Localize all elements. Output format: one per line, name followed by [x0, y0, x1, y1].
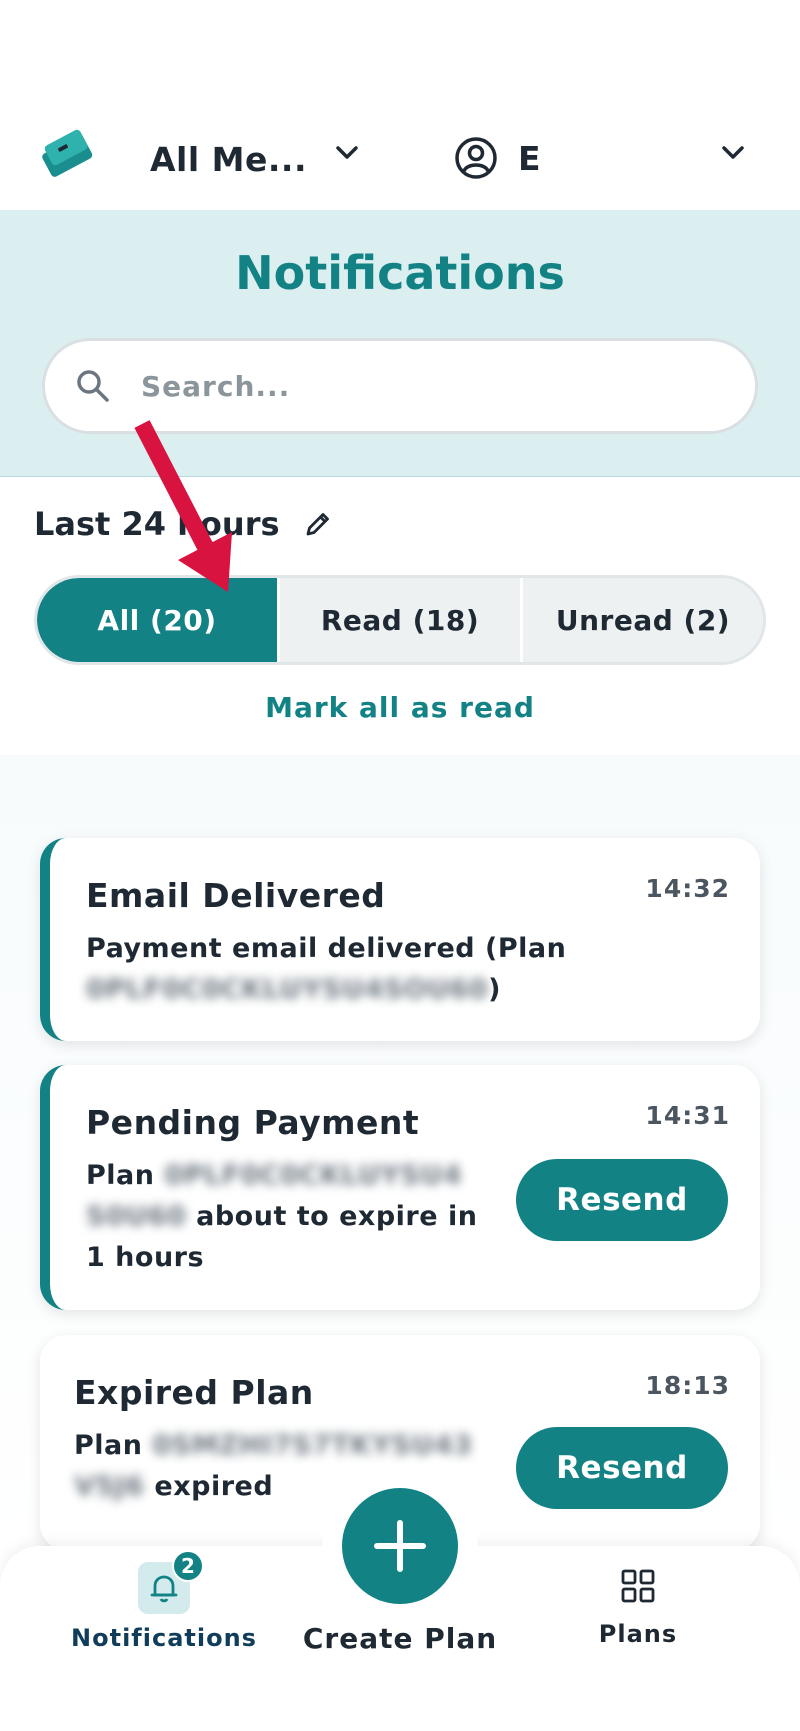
create-plan-button[interactable] — [342, 1488, 458, 1604]
resend-button[interactable]: Resend — [516, 1159, 728, 1241]
create-plan-label: Create Plan — [302, 1622, 498, 1655]
nav-plans[interactable]: Plans — [580, 1568, 696, 1648]
notification-card[interactable]: Pending Payment 14:31 Plan 0PLF0C0CKLUYS… — [40, 1065, 760, 1310]
filter-section: Last 24 hours All (20) Read (18) Unread … — [0, 477, 800, 755]
notification-time: 14:31 — [645, 1101, 730, 1130]
notification-title: Expired Plan — [74, 1373, 314, 1412]
notification-title: Email Delivered — [86, 876, 386, 915]
resend-button[interactable]: Resend — [516, 1427, 728, 1509]
nav-notifications[interactable]: 2 Notifications — [64, 1550, 264, 1652]
time-range-row: Last 24 hours — [34, 505, 334, 543]
nav-notifications-label: Notifications — [71, 1624, 257, 1652]
ticket-logo-icon[interactable] — [38, 124, 100, 186]
tab-all[interactable]: All (20) — [37, 578, 280, 662]
notification-text-start: Plan — [86, 1160, 165, 1191]
notification-text-start: Payment email delivered (Plan — [86, 933, 567, 964]
redacted-plan-id: 0PLF0C0CKLUYSU4SOU60 — [86, 974, 489, 1005]
notification-text: Plan 0PLF0C0CKLUYSU4 S0U60 about to expi… — [86, 1155, 486, 1278]
grid-icon — [621, 1569, 655, 1603]
mark-all-read-link[interactable]: Mark all as read — [0, 691, 800, 724]
tab-read[interactable]: Read (18) — [280, 578, 523, 662]
notification-time: 14:32 — [645, 874, 730, 903]
status-bar-area — [0, 0, 800, 112]
user-label: E — [518, 138, 541, 178]
notification-text-end: ) — [488, 974, 501, 1005]
search-icon — [77, 370, 109, 402]
tab-unread[interactable]: Unread (2) — [523, 578, 763, 662]
user-circle-icon — [455, 137, 497, 179]
notification-text: Payment email delivered (Plan 0PLF0C0CKL… — [86, 928, 706, 1010]
search-box[interactable] — [42, 338, 758, 434]
page-title: Notifications — [235, 246, 565, 300]
notification-count-badge: 2 — [172, 1550, 204, 1582]
notification-card[interactable]: Email Delivered 14:32 Payment email deli… — [40, 838, 760, 1041]
notification-time: 18:13 — [645, 1371, 730, 1400]
read-filter-tabs: All (20) Read (18) Unread (2) — [34, 575, 766, 665]
app-header: All Me... E — [0, 112, 800, 210]
time-range-label: Last 24 hours — [34, 505, 280, 543]
notifications-banner: Notifications — [0, 210, 800, 477]
chevron-down-icon[interactable] — [718, 138, 748, 168]
notification-text-start: Plan — [74, 1430, 153, 1461]
plus-icon — [374, 1520, 426, 1572]
user-selector[interactable]: E — [454, 130, 541, 186]
notification-text-end: expired — [144, 1471, 274, 1502]
merchant-label: All Me... — [150, 139, 307, 179]
bell-icon: 2 — [138, 1550, 204, 1614]
notification-title: Pending Payment — [86, 1103, 420, 1142]
nav-plans-label: Plans — [598, 1620, 678, 1648]
search-input[interactable] — [141, 369, 701, 403]
merchant-selector[interactable]: All Me... — [150, 134, 307, 184]
pencil-icon[interactable] — [302, 508, 334, 540]
chevron-down-icon[interactable] — [332, 138, 362, 168]
